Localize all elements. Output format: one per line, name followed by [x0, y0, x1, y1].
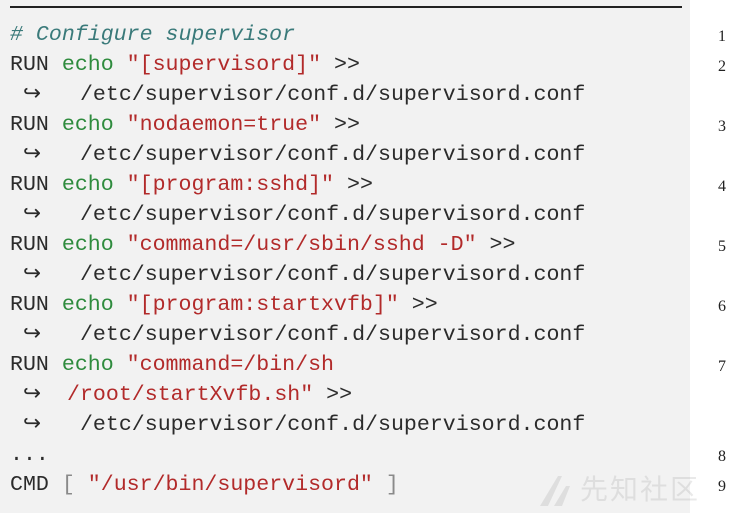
string-literal: "[supervisord]" [126, 53, 322, 77]
code-line-4-cont: ↪ /etc/supervisor/conf.d/supervisord.con… [10, 200, 585, 230]
string-literal: "nodaemon=true" [126, 113, 322, 137]
code-line-4: RUN echo "[program:sshd]" >> [10, 170, 373, 200]
top-rule [10, 6, 682, 8]
ellipsis: ... [10, 443, 49, 467]
echo-keyword: echo [61, 53, 114, 77]
conf-path: /etc/supervisor/conf.d/supervisord.conf [79, 323, 586, 347]
close-bracket: ] [385, 473, 399, 497]
conf-path: /etc/supervisor/conf.d/supervisord.conf [79, 143, 586, 167]
watermark-logo-icon [540, 476, 570, 506]
echo-keyword: echo [61, 113, 114, 137]
line-number-3: 3 [718, 118, 726, 135]
conf-path: /etc/supervisor/conf.d/supervisord.conf [79, 203, 586, 227]
string-literal: "/usr/bin/supervisord" [87, 473, 373, 497]
string-literal: "command=/usr/sbin/sshd -D" [126, 233, 477, 257]
redirect-operator: >> [326, 383, 353, 407]
watermark: 先知社区 [536, 470, 736, 510]
run-keyword: RUN [10, 293, 49, 317]
code-line-2: RUN echo "[supervisord]" >> [10, 50, 360, 80]
line-number-4: 4 [718, 178, 726, 195]
string-literal: "[program:sshd]" [126, 173, 335, 197]
echo-keyword: echo [61, 233, 114, 257]
echo-keyword: echo [61, 173, 114, 197]
string-literal: /root/startXvfb.sh" [66, 383, 314, 407]
line-number-6: 6 [718, 298, 726, 315]
redirect-operator: >> [334, 113, 360, 137]
code-line-5-cont: ↪ /etc/supervisor/conf.d/supervisord.con… [10, 260, 585, 290]
code-line-5: RUN echo "command=/usr/sbin/sshd -D" >> [10, 230, 515, 260]
watermark-text: 先知社区 [580, 473, 701, 506]
code-line-9: CMD [ "/usr/bin/supervisord" ] [10, 470, 399, 500]
line-number-7: 7 [718, 358, 726, 375]
code-line-6-cont: ↪ /etc/supervisor/conf.d/supervisord.con… [10, 320, 585, 350]
run-keyword: RUN [10, 113, 49, 137]
code-line-7-cont-2: ↪ /etc/supervisor/conf.d/supervisord.con… [10, 410, 585, 440]
run-keyword: RUN [10, 233, 49, 257]
code-comment: # Configure supervisor [10, 23, 296, 47]
page: # Configure supervisor RUN echo "[superv… [0, 0, 738, 513]
cmd-keyword: CMD [10, 473, 49, 497]
echo-keyword: echo [61, 353, 114, 377]
conf-path: /etc/supervisor/conf.d/supervisord.conf [79, 413, 586, 437]
code-line-2-cont: ↪ /etc/supervisor/conf.d/supervisord.con… [10, 80, 585, 110]
code-listing: # Configure supervisor RUN echo "[superv… [0, 0, 690, 513]
run-keyword: RUN [10, 53, 49, 77]
redirect-operator: >> [489, 233, 516, 257]
run-keyword: RUN [10, 173, 49, 197]
redirect-operator: >> [346, 173, 373, 197]
line-number-2: 2 [718, 58, 726, 75]
line-wrap-icon: ↪ [22, 143, 42, 167]
line-wrap-icon: ↪ [22, 263, 42, 287]
code-line-7: RUN echo "command=/bin/sh [10, 350, 334, 380]
redirect-operator: >> [334, 53, 360, 77]
code-line-1: # Configure supervisor [10, 20, 295, 50]
line-wrap-icon: ↪ [22, 323, 42, 347]
line-wrap-icon: ↪ [22, 413, 42, 437]
line-wrap-icon: ↪ [22, 383, 42, 407]
echo-keyword: echo [61, 293, 114, 317]
code-line-8: ... [10, 440, 49, 470]
code-line-3-cont: ↪ /etc/supervisor/conf.d/supervisord.con… [10, 140, 585, 170]
conf-path: /etc/supervisor/conf.d/supervisord.conf [79, 263, 586, 287]
string-literal: "command=/bin/sh [126, 353, 335, 377]
code-line-3: RUN echo "nodaemon=true" >> [10, 110, 360, 140]
run-keyword: RUN [10, 353, 49, 377]
redirect-operator: >> [411, 293, 438, 317]
line-number-1: 1 [718, 28, 726, 45]
line-number-8: 8 [718, 448, 726, 465]
code-line-7-cont-1: ↪ /root/startXvfb.sh" >> [10, 380, 352, 410]
line-number-5: 5 [718, 238, 726, 255]
line-wrap-icon: ↪ [22, 203, 42, 227]
line-wrap-icon: ↪ [22, 83, 42, 107]
string-literal: "[program:startxvfb]" [126, 293, 399, 317]
conf-path: /etc/supervisor/conf.d/supervisord.conf [79, 83, 586, 107]
code-line-6: RUN echo "[program:startxvfb]" >> [10, 290, 438, 320]
open-bracket: [ [61, 473, 75, 497]
